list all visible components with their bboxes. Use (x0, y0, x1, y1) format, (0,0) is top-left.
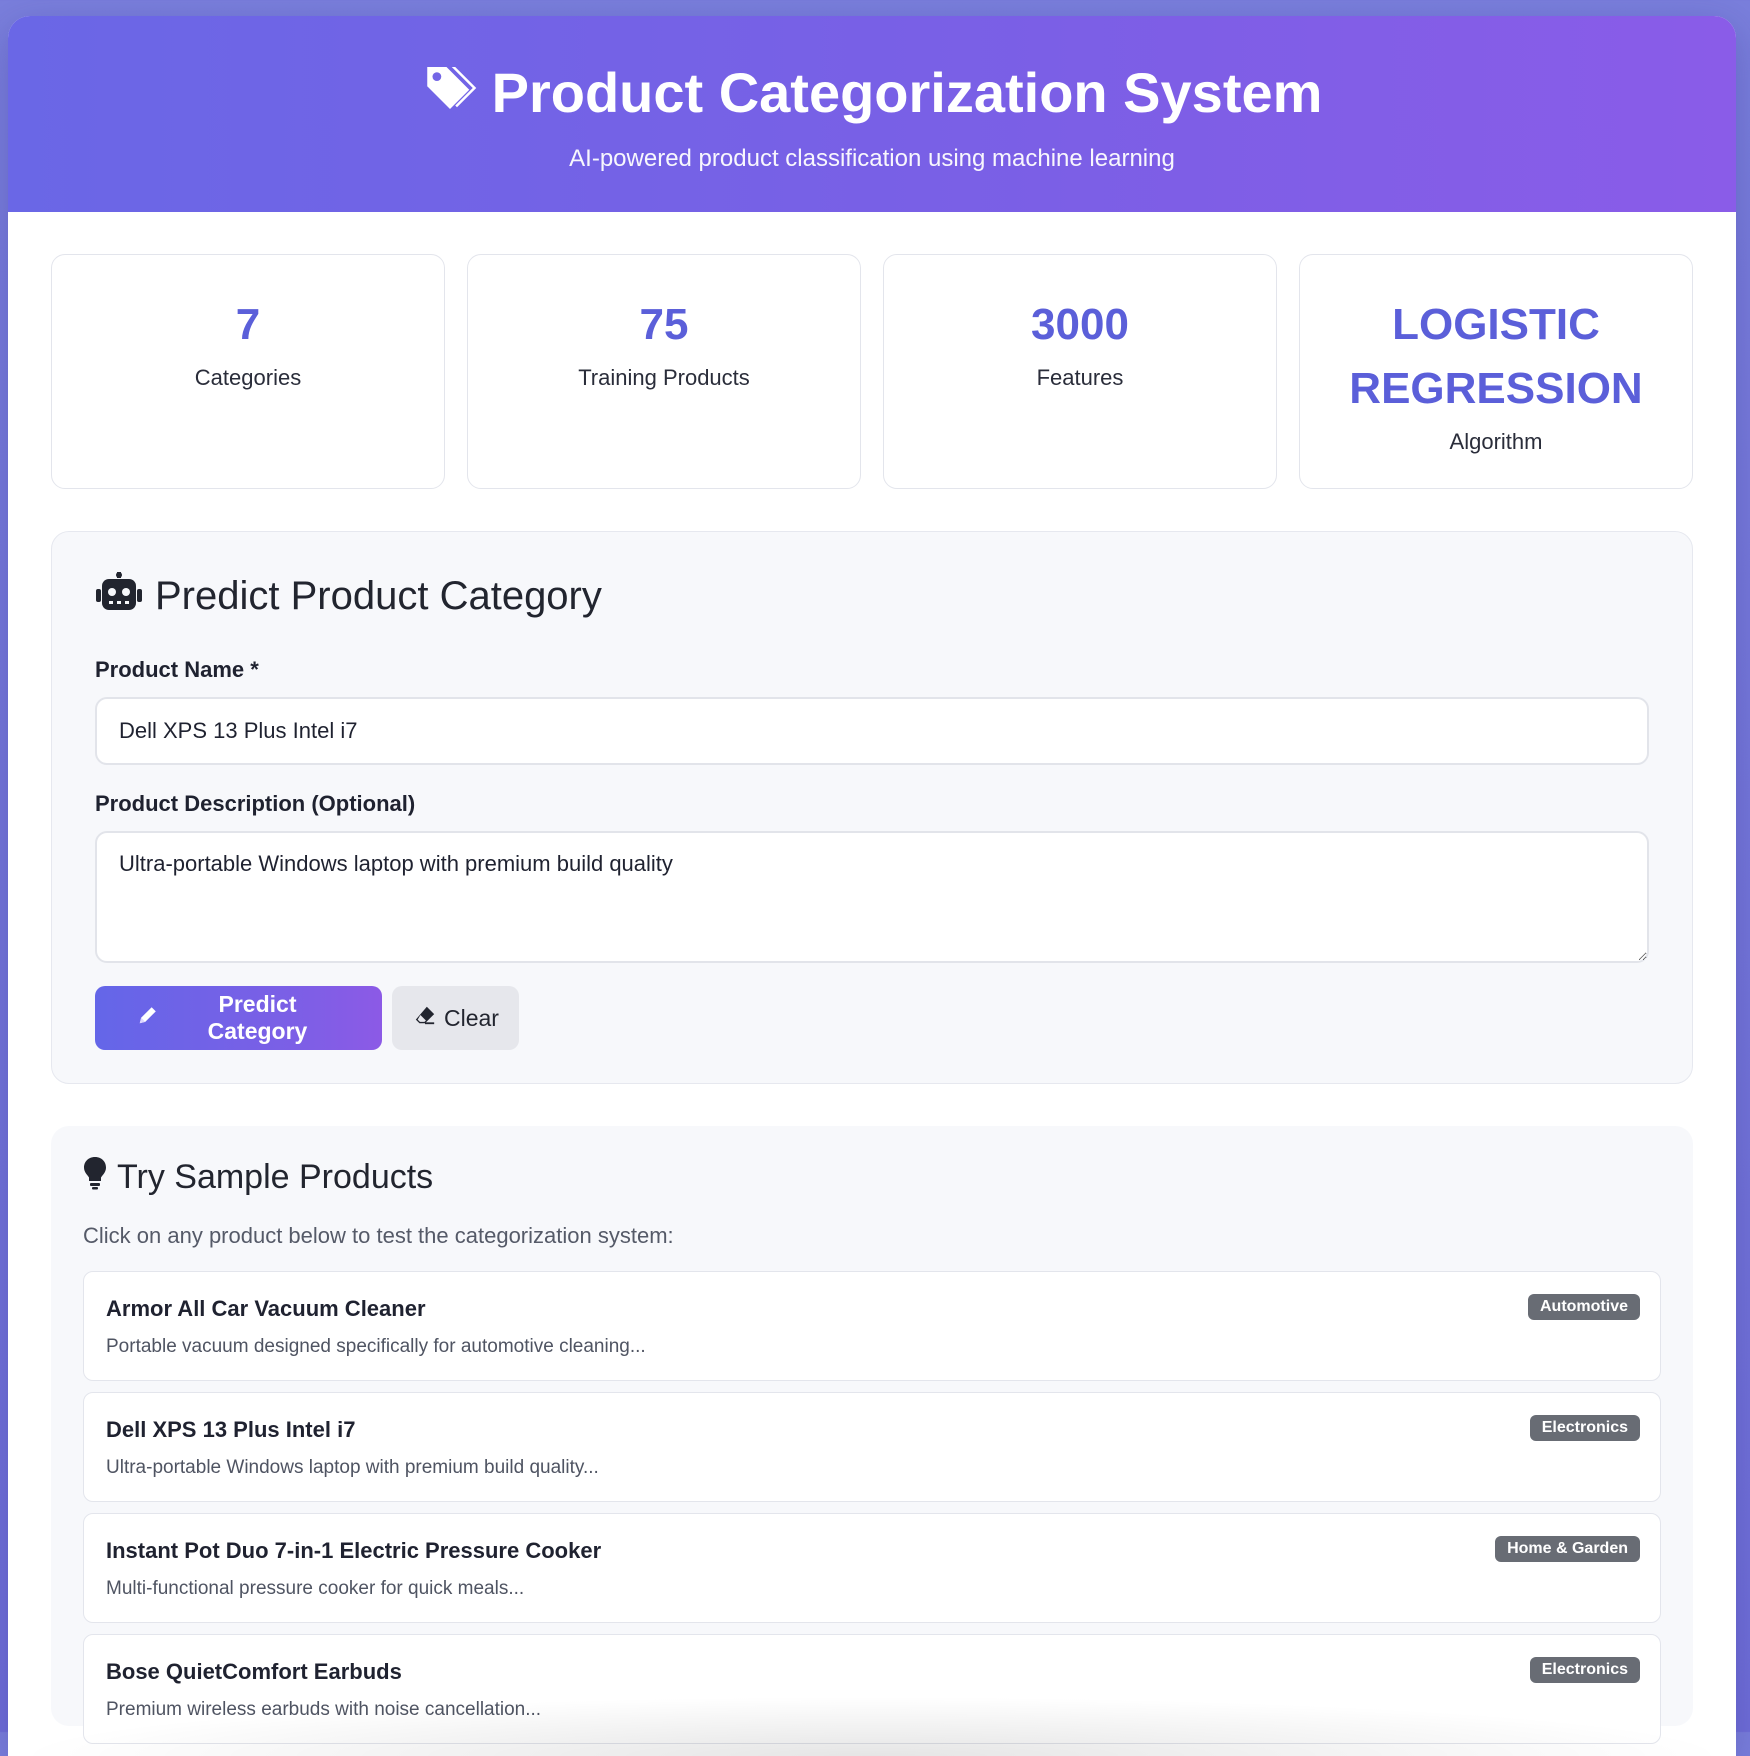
category-badge: Electronics (1529, 1415, 1640, 1441)
predict-category-button-label: Predict Category (207, 991, 308, 1044)
sample-product-description: Multi-functional pressure cooker for qui… (106, 1578, 525, 1599)
form-buttons: Predict Category Clear (95, 986, 1649, 1050)
sample-product-description: Portable vacuum designed specifically fo… (106, 1336, 646, 1357)
sample-product-description: Premium wireless earbuds with noise canc… (106, 1699, 542, 1720)
product-name-input[interactable] (95, 697, 1649, 765)
sample-product-item[interactable]: Armor All Car Vacuum Cleaner Portable va… (83, 1271, 1661, 1381)
stat-label: Features (1036, 365, 1124, 390)
product-name-label: Product Name * (95, 657, 259, 682)
page-subtitle: AI-powered product classification using … (569, 145, 1175, 172)
tags-icon (422, 60, 478, 125)
page-title: Product Categorization System (8, 60, 1736, 125)
stat-card-categories: 7 Categories (51, 254, 445, 489)
sample-product-description: Ultra-portable Windows laptop with premi… (106, 1457, 599, 1478)
sample-products-hint: Click on any product below to test the c… (83, 1223, 674, 1248)
clear-button[interactable]: Clear (392, 986, 519, 1050)
sample-products-list: Armor All Car Vacuum Cleaner Portable va… (83, 1271, 1661, 1744)
stats-row: 7 Categories 75 Training Products 3000 F… (51, 254, 1693, 489)
category-badge: Home & Garden (1495, 1536, 1640, 1562)
stat-value: 75 (639, 300, 689, 349)
stat-card-training-products: 75 Training Products (467, 254, 861, 489)
product-description-label: Product Description (Optional) (95, 791, 416, 816)
lightbulb-icon (83, 1156, 107, 1199)
stat-label: Algorithm (1449, 429, 1543, 454)
predict-panel: Predict Product Category Product Name * … (51, 531, 1693, 1084)
predict-panel-title-text: Predict Product Category (155, 573, 602, 618)
main-content: 7 Categories 75 Training Products 3000 F… (8, 212, 1736, 1744)
stat-label: Categories (194, 365, 302, 390)
product-description-textarea[interactable]: Ultra-portable Windows laptop with premi… (95, 831, 1649, 963)
sample-product-item[interactable]: Bose QuietComfort Earbuds Premium wirele… (83, 1634, 1661, 1744)
stat-card-algorithm: LOGISTIC REGRESSION Algorithm (1299, 254, 1693, 489)
app-window: Product Categorization System AI-powered… (8, 16, 1736, 1756)
sample-products-panel: Try Sample Products Click on any product… (51, 1126, 1693, 1744)
sample-product-name: Instant Pot Duo 7-in-1 Electric Pressure… (106, 1538, 602, 1563)
category-badge: Automotive (1528, 1294, 1640, 1320)
pencil-icon (137, 1004, 159, 1032)
robot-icon (95, 572, 143, 619)
category-badge: Electronics (1529, 1657, 1640, 1683)
page-header: Product Categorization System AI-powered… (8, 16, 1736, 212)
sample-product-name: Dell XPS 13 Plus Intel i7 (106, 1417, 356, 1442)
stat-card-features: 3000 Features (883, 254, 1277, 489)
sample-product-item[interactable]: Dell XPS 13 Plus Intel i7 Ultra-portable… (83, 1392, 1661, 1502)
predict-category-button[interactable]: Predict Category (95, 986, 382, 1050)
predict-panel-title: Predict Product Category (95, 572, 1649, 619)
sample-product-name: Armor All Car Vacuum Cleaner (106, 1296, 426, 1321)
sample-product-item[interactable]: Instant Pot Duo 7-in-1 Electric Pressure… (83, 1513, 1661, 1623)
sample-product-name: Bose QuietComfort Earbuds (106, 1659, 402, 1684)
page-title-text: Product Categorization System (491, 60, 1323, 124)
stat-value: 3000 (1031, 300, 1129, 349)
clear-button-label: Clear (444, 1004, 499, 1031)
sample-products-title-text: Try Sample Products (117, 1158, 434, 1196)
eraser-icon (414, 1004, 436, 1032)
sample-products-title: Try Sample Products (83, 1156, 1661, 1199)
stat-value: 7 (235, 300, 261, 349)
stat-label: Training Products (578, 365, 750, 390)
stat-value: LOGISTIC REGRESSION (1349, 300, 1643, 413)
